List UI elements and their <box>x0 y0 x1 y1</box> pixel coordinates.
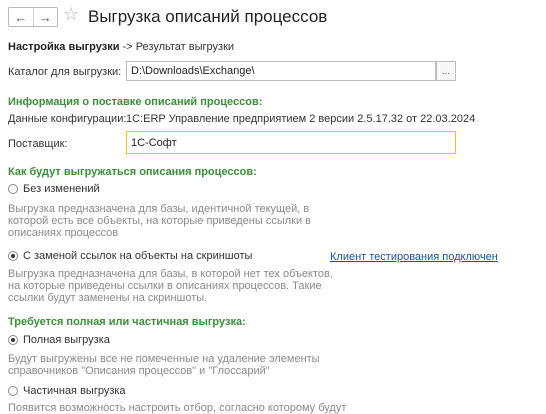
catalog-label: Каталог для выгрузки: <box>8 66 122 78</box>
breadcrumb-step-result[interactable]: Результат выгрузки <box>136 41 234 53</box>
supplier-label: Поставщик: <box>8 138 68 150</box>
full-export-description: Будут выгружены все не помеченные на уда… <box>8 353 320 377</box>
breadcrumb-step-settings: Настройка выгрузки <box>8 41 120 53</box>
radio-no-changes-label: Без изменений <box>23 183 100 195</box>
radio-button-checked-icon[interactable] <box>8 335 18 345</box>
config-value: 1С:ERP Управление предприятием 2 версии … <box>126 113 476 125</box>
favorite-star-icon[interactable]: ☆ <box>63 5 79 23</box>
navigation-buttons: ← → <box>8 7 58 27</box>
radio-button-icon[interactable] <box>8 386 18 396</box>
back-arrow-icon[interactable]: ← <box>9 8 33 26</box>
radio-replace-with-screenshots[interactable]: С заменой ссылок на объекты на скриншоты <box>8 250 252 262</box>
radio-partial-label: Частичная выгрузка <box>23 385 126 397</box>
radio-button-icon[interactable] <box>8 184 18 194</box>
export-mode-heading: Как будут выгружаться описания процессов… <box>8 166 257 178</box>
catalog-path-input[interactable] <box>126 61 436 81</box>
radio-button-checked-icon[interactable] <box>8 251 18 261</box>
radio-no-changes[interactable]: Без изменений <box>8 183 100 195</box>
export-scope-heading: Требуется полная или частичная выгрузка: <box>8 316 246 328</box>
supply-info-heading: Информация о поставке описаний процессов… <box>8 96 263 108</box>
window-title: Выгрузка описаний процессов <box>88 7 328 26</box>
supplier-input[interactable] <box>126 131 456 154</box>
partial-export-description: Появится возможность настроить отбор, со… <box>8 402 347 414</box>
config-label: Данные конфигурации: <box>8 113 127 125</box>
replace-description: Выгрузка предназначена для базы, в котор… <box>8 268 333 304</box>
radio-partial-export[interactable]: Частичная выгрузка <box>8 385 126 397</box>
radio-full-export[interactable]: Полная выгрузка <box>8 334 110 346</box>
no-changes-description: Выгрузка предназначена для базы, идентич… <box>8 203 312 239</box>
catalog-browse-button[interactable]: ... <box>436 61 456 81</box>
breadcrumb: Настройка выгрузки -> Результат выгрузки <box>8 41 234 53</box>
breadcrumb-separator: -> <box>122 41 133 53</box>
radio-full-label: Полная выгрузка <box>23 334 110 346</box>
forward-arrow-icon[interactable]: → <box>32 8 58 26</box>
test-client-link[interactable]: Клиент тестирования подключен <box>330 251 498 263</box>
radio-replace-label: С заменой ссылок на объекты на скриншоты <box>23 250 253 262</box>
